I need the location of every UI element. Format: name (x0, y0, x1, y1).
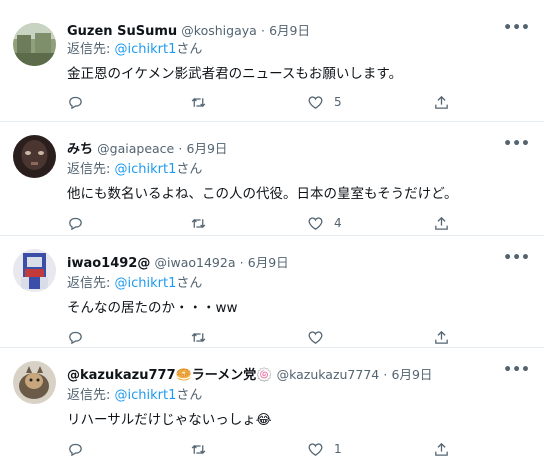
tweet-date[interactable]: 6月9日 (248, 255, 289, 270)
tweet-actions: 1 (67, 440, 467, 460)
user-handle[interactable]: @gaiapeace (97, 141, 174, 156)
tweet-text: 金正恩のイケメン影武者君のニュースもお願いします。 (67, 66, 403, 82)
separator: · (178, 141, 183, 156)
reply-icon (69, 331, 82, 344)
heart-icon (308, 95, 323, 109)
tweet[interactable]: みち @gaiapeace · 6月9日 ••• 返信先: @ichikrt1さ… (0, 122, 544, 236)
display-name[interactable]: @kazukazu777🥯ラーメン党🍥 (67, 368, 272, 383)
share-button[interactable] (433, 440, 450, 458)
retweet-button[interactable] (190, 214, 207, 232)
tweet-header: Guzen SuSumu @koshigaya · 6月9日 (67, 22, 514, 40)
share-icon (435, 95, 448, 109)
tweet[interactable]: Guzen SuSumu @koshigaya · 6月9日 ••• 返信先: … (0, 0, 544, 122)
reply-to-suffix: さん (176, 388, 203, 403)
like-count: 4 (334, 216, 342, 230)
tweet-header: @kazukazu777🥯ラーメン党🍥 @kazukazu7774 · 6月9日 (67, 366, 514, 384)
tweet[interactable]: iwao1492@ @iwao1492a · 6月9日 ••• 返信先: @ic… (0, 236, 544, 348)
share-icon (435, 216, 448, 230)
reply-to-prefix: 返信先: (67, 388, 115, 403)
tweet[interactable]: @kazukazu777🥯ラーメン党🍥 @kazukazu7774 · 6月9日… (0, 348, 544, 465)
tweet-text: そんなの居たのか・・・ww (67, 300, 238, 316)
avatar[interactable] (13, 135, 56, 178)
like-count: 5 (334, 95, 342, 109)
reply-to-suffix: さん (176, 42, 203, 57)
reply-to: 返信先: @ichikrt1さん (67, 275, 202, 292)
user-handle[interactable]: @kazukazu7774 (277, 367, 380, 382)
display-name[interactable]: Guzen SuSumu (67, 24, 177, 39)
reply-button[interactable] (67, 440, 84, 458)
retweet-button[interactable] (190, 440, 207, 458)
reply-to-suffix: さん (176, 162, 203, 177)
more-options-icon[interactable]: ••• (503, 362, 530, 378)
retweet-button[interactable] (190, 328, 207, 346)
reply-button[interactable] (67, 93, 84, 111)
reply-to: 返信先: @ichikrt1さん (67, 387, 202, 404)
tweet-date[interactable]: 6月9日 (392, 367, 433, 382)
user-handle[interactable]: @koshigaya (181, 23, 257, 38)
more-options-icon[interactable]: ••• (503, 136, 530, 152)
reply-to-handle[interactable]: @ichikrt1 (115, 388, 177, 403)
heart-icon (308, 442, 323, 456)
more-options-icon[interactable]: ••• (503, 20, 530, 36)
tweet-actions: 4 (67, 214, 467, 234)
separator: · (383, 367, 388, 382)
tweet-text: リハーサルだけじゃないっしょ😂 (67, 412, 272, 428)
reply-to: 返信先: @ichikrt1さん (67, 161, 202, 178)
user-handle[interactable]: @iwao1492a (155, 255, 236, 270)
tweet-header: iwao1492@ @iwao1492a · 6月9日 (67, 254, 514, 272)
display-name[interactable]: みち (67, 142, 93, 157)
tweet-date[interactable]: 6月9日 (269, 23, 310, 38)
reply-to-handle[interactable]: @ichikrt1 (115, 42, 177, 57)
heart-icon (308, 216, 323, 230)
tweet-actions: 5 (67, 93, 467, 113)
more-options-icon[interactable]: ••• (503, 250, 530, 266)
avatar[interactable] (13, 361, 56, 404)
reply-icon (69, 217, 82, 230)
like-button[interactable]: 1 (307, 440, 342, 458)
retweet-icon (191, 332, 206, 342)
share-icon (435, 330, 448, 344)
retweet-button[interactable] (190, 93, 207, 111)
reply-to-prefix: 返信先: (67, 42, 115, 57)
reply-to-handle[interactable]: @ichikrt1 (115, 162, 177, 177)
separator: · (260, 23, 265, 38)
avatar[interactable] (13, 249, 56, 292)
reply-button[interactable] (67, 328, 84, 346)
tweet-actions (67, 328, 467, 348)
retweet-icon (191, 444, 206, 454)
share-button[interactable] (433, 328, 450, 346)
share-button[interactable] (433, 214, 450, 232)
reply-to-prefix: 返信先: (67, 162, 115, 177)
separator: · (239, 255, 244, 270)
like-button[interactable] (307, 328, 334, 346)
reply-icon (69, 96, 82, 109)
share-button[interactable] (433, 93, 450, 111)
like-button[interactable]: 5 (307, 93, 342, 111)
heart-icon (308, 330, 323, 344)
reply-icon (69, 443, 82, 456)
share-icon (435, 442, 448, 456)
tweet-header: みち @gaiapeace · 6月9日 (67, 140, 514, 158)
retweet-icon (191, 97, 206, 107)
like-count: 1 (334, 442, 342, 456)
tweet-text: 他にも数名いるよね、この人の代役。日本の皇室もそうだけど。 (67, 186, 458, 202)
reply-to-prefix: 返信先: (67, 276, 115, 291)
tweet-date[interactable]: 6月9日 (187, 141, 228, 156)
display-name[interactable]: iwao1492@ (67, 256, 150, 271)
reply-to: 返信先: @ichikrt1さん (67, 41, 202, 58)
reply-button[interactable] (67, 214, 84, 232)
reply-to-suffix: さん (176, 276, 203, 291)
avatar[interactable] (13, 23, 56, 66)
reply-to-handle[interactable]: @ichikrt1 (115, 276, 177, 291)
retweet-icon (191, 218, 206, 228)
like-button[interactable]: 4 (307, 214, 342, 232)
